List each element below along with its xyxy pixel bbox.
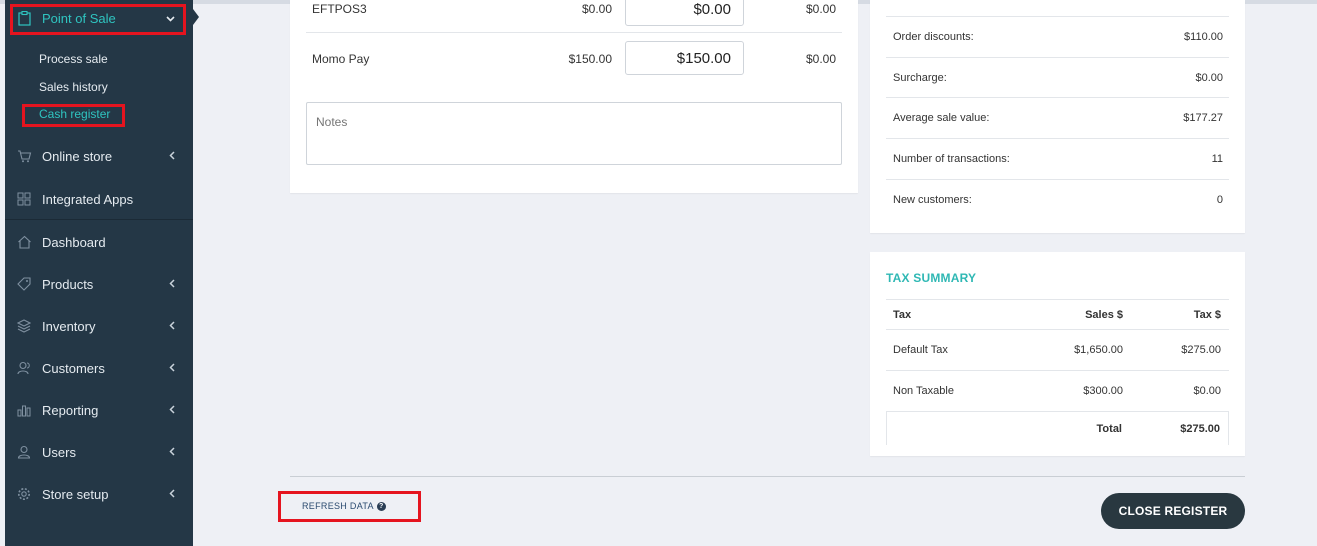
payments-card: EFTPOS3 $0.00 $0.00 Momo Pay $150.00 $0.… (290, 0, 858, 193)
sidebar-divider (5, 219, 193, 220)
tax-sales: $1,650.00 (1074, 344, 1123, 356)
highlight-box (22, 104, 125, 127)
tax-sales: $300.00 (1083, 385, 1123, 397)
column-header-tax: Tax (893, 309, 912, 321)
table-row: Default Tax $1,650.00 $275.00 (886, 329, 1229, 371)
highlight-box (10, 4, 186, 35)
bar-chart-icon (16, 402, 32, 418)
close-register-button[interactable]: CLOSE REGISTER (1101, 493, 1245, 529)
payment-name: EFTPOS3 (312, 2, 367, 16)
sidebar-subitem-sales-history[interactable]: Sales history (39, 80, 108, 94)
sidebar-item-online-store[interactable]: Online store (5, 138, 193, 174)
sidebar-subitem-process-sale[interactable]: Process sale (39, 52, 108, 66)
sidebar-item-users[interactable]: Users (5, 434, 193, 470)
summary-row: Order discounts: $110.00 (886, 16, 1229, 58)
summary-label: Order discounts: (893, 31, 974, 43)
chevron-left-icon (169, 403, 175, 417)
user-icon (16, 444, 32, 460)
summary-value: 0 (1216, 194, 1223, 206)
summary-row: Surcharge: $0.00 (886, 57, 1229, 99)
sidebar: Point of Sale Process sale Sales history… (5, 0, 193, 546)
summary-label: Average sale value: (893, 112, 990, 124)
summary-row: New customers: 0 (886, 179, 1229, 221)
chevron-left-icon (169, 487, 175, 501)
payment-name: Momo Pay (312, 52, 370, 66)
sidebar-item-label: Online store (42, 148, 113, 164)
payment-difference: $0.00 (805, 52, 836, 66)
chevron-left-icon (169, 445, 175, 459)
gear-icon (16, 486, 32, 502)
cart-icon (16, 148, 32, 164)
sidebar-item-label: Products (42, 276, 94, 292)
sidebar-item-dashboard[interactable]: Dashboard (5, 224, 193, 260)
tax-total-label: Total (1096, 423, 1122, 435)
column-header-sales: Sales $ (1085, 309, 1123, 321)
chevron-left-icon (169, 361, 175, 375)
grid-icon (16, 191, 32, 207)
notes-field[interactable] (306, 102, 842, 165)
sidebar-item-inventory[interactable]: Inventory (5, 308, 193, 344)
counted-amount-input[interactable] (625, 0, 744, 26)
footer-divider (290, 476, 1245, 477)
sidebar-item-reporting[interactable]: Reporting (5, 392, 193, 428)
sidebar-item-label: Store setup (42, 486, 109, 502)
counted-amount-input[interactable] (625, 41, 744, 75)
sidebar-item-label: Users (42, 444, 76, 460)
payment-expected: $0.00 (581, 2, 612, 16)
summary-value: $177.27 (1183, 112, 1223, 124)
sidebar-item-label: Dashboard (42, 234, 106, 250)
summary-value: $110.00 (1184, 31, 1223, 43)
tax-total-value: $275.00 (1180, 423, 1220, 435)
sidebar-item-integrated-apps[interactable]: Integrated Apps (5, 181, 193, 217)
summary-label: Surcharge: (893, 72, 947, 84)
column-header-tax-amount: Tax $ (1193, 309, 1221, 321)
users-icon (16, 360, 32, 376)
tax-table-header: Tax Sales $ Tax $ (886, 299, 1229, 330)
chevron-left-icon (169, 277, 175, 291)
sidebar-item-label: Integrated Apps (42, 191, 134, 207)
payment-expected: $150.00 (568, 52, 612, 66)
sidebar-item-products[interactable]: Products (5, 266, 193, 302)
tax-amount: $275.00 (1181, 344, 1221, 356)
layers-icon (16, 318, 32, 334)
tax-total-row: Total $275.00 (886, 411, 1229, 445)
sidebar-item-store-setup[interactable]: Store setup (5, 476, 193, 512)
summary-label: New customers: (893, 194, 972, 206)
summary-label: Number of transactions: (893, 153, 1010, 165)
tax-amount: $0.00 (1193, 385, 1221, 397)
tax-summary-card: TAX SUMMARY Tax Sales $ Tax $ Default Ta… (870, 252, 1245, 456)
active-indicator (193, 9, 199, 25)
row-divider (306, 32, 842, 33)
tax-name: Non Taxable (893, 385, 954, 397)
payment-difference: $0.00 (805, 2, 836, 16)
summary-value: $0.00 (1195, 72, 1223, 84)
summary-row: Average sale value: $177.27 (886, 97, 1229, 139)
highlight-box (278, 491, 421, 522)
chevron-left-icon (169, 319, 175, 333)
tax-name: Default Tax (893, 344, 948, 356)
register-summary-card: Order discounts: $110.00 Surcharge: $0.0… (870, 0, 1245, 233)
tag-icon (16, 276, 32, 292)
sidebar-item-label: Customers (42, 360, 105, 376)
sidebar-item-label: Reporting (42, 402, 99, 418)
sidebar-item-label: Inventory (42, 318, 96, 334)
tax-summary-title: TAX SUMMARY (886, 271, 977, 285)
table-row: Non Taxable $300.00 $0.00 (886, 370, 1229, 412)
home-icon (16, 234, 32, 250)
chevron-left-icon (169, 149, 175, 163)
summary-row: Number of transactions: 11 (886, 138, 1229, 180)
sidebar-item-customers[interactable]: Customers (5, 350, 193, 386)
summary-value: 11 (1211, 153, 1223, 165)
